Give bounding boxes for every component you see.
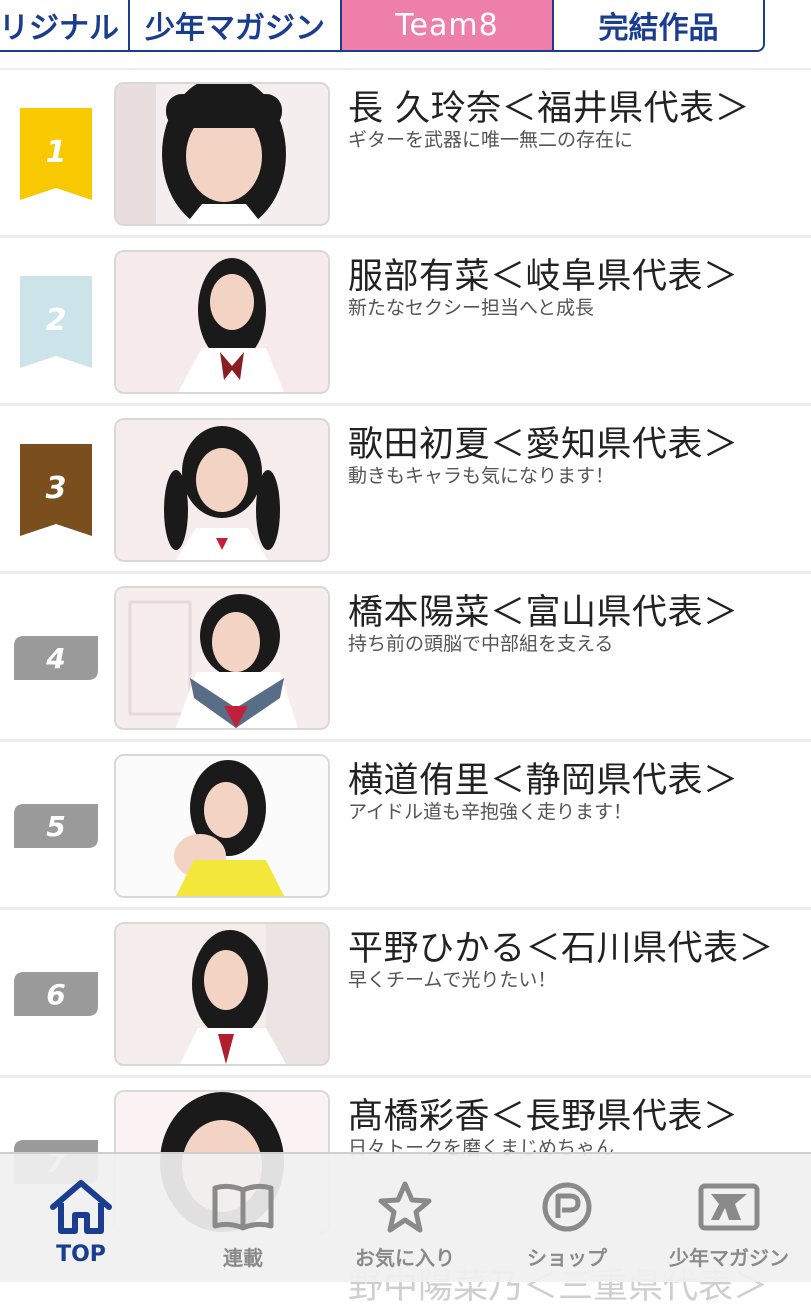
member-name: 長 久玲奈＜福井県代表＞ xyxy=(348,89,751,129)
member-name: 横道侑里＜静岡県代表＞ xyxy=(348,761,739,801)
member-name: 髙橋彩香＜長野県代表＞ xyxy=(348,1097,739,1137)
list-item[interactable]: 2 服部有菜＜岐阜県代表＞ 新たなセクシー担当へと成長 xyxy=(0,238,811,406)
nav-shop[interactable]: ショップ xyxy=(486,1154,648,1282)
rank-badge: 1 xyxy=(20,108,92,200)
tab-original[interactable]: リジナル xyxy=(0,0,130,52)
member-catchphrase: 動きもキャラも気になります！ xyxy=(348,465,615,487)
member-photo xyxy=(114,754,330,898)
svg-text:5: 5 xyxy=(46,810,65,843)
nav-favorites[interactable]: お気に入り xyxy=(324,1154,486,1282)
bottom-nav: TOP 連載 お気に入り ショップ 少年マガジン xyxy=(0,1152,811,1282)
member-photo xyxy=(114,418,330,562)
svg-text:1: 1 xyxy=(46,135,67,170)
list-item[interactable]: 5 横道侑里＜静岡県代表＞ アイドル道も辛抱強く走ります！ xyxy=(0,742,811,910)
svg-text:2: 2 xyxy=(46,303,67,338)
list-item[interactable]: 1 長 久玲奈＜福井県代表＞ ギターを武器に唯一無二の存在に xyxy=(0,70,811,238)
list-item[interactable]: 3 歌田初夏＜愛知県代表＞ 動きもキャラも気になります！ xyxy=(0,406,811,574)
nav-label: 少年マガジン xyxy=(669,1246,789,1270)
book-icon xyxy=(208,1176,278,1238)
tab-team8[interactable]: Team8 xyxy=(340,0,554,52)
rank-badge: 5 xyxy=(14,804,98,848)
nav-label: 連載 xyxy=(223,1246,263,1270)
member-photo xyxy=(114,586,330,730)
member-photo xyxy=(114,82,330,226)
list-item[interactable]: 6 平野ひかる＜石川県代表＞ 早くチームで光りたい！ xyxy=(0,910,811,1078)
nav-label: お気に入り xyxy=(355,1246,455,1270)
member-photo xyxy=(114,250,330,394)
rank-badge: 4 xyxy=(14,636,98,680)
member-catchphrase: 持ち前の頭脳で中部組を支える xyxy=(348,633,614,655)
nav-label: ショップ xyxy=(527,1246,607,1270)
member-name: 服部有菜＜岐阜県代表＞ xyxy=(348,257,739,297)
member-catchphrase: 新たなセクシー担当へと成長 xyxy=(348,297,595,319)
svg-text:6: 6 xyxy=(46,978,65,1011)
home-icon xyxy=(46,1176,116,1238)
svg-text:4: 4 xyxy=(45,642,65,675)
rank-badge: 3 xyxy=(20,444,92,536)
nav-top[interactable]: TOP xyxy=(0,1154,162,1282)
member-name: 歌田初夏＜愛知県代表＞ xyxy=(348,425,739,465)
svg-text:3: 3 xyxy=(46,471,67,506)
magazine-icon xyxy=(694,1176,764,1238)
member-catchphrase: ギターを武器に唯一無二の存在に xyxy=(348,129,634,151)
member-catchphrase: アイドル道も辛抱強く走ります！ xyxy=(348,801,633,823)
shop-p-icon xyxy=(532,1176,602,1238)
member-name: 橋本陽菜＜富山県代表＞ xyxy=(348,593,739,633)
tab-completed[interactable]: 完結作品 xyxy=(552,0,765,52)
nav-shonen-magazine[interactable]: 少年マガジン xyxy=(648,1154,810,1282)
member-catchphrase: 早くチームで光りたい！ xyxy=(348,969,557,991)
member-name: 平野ひかる＜石川県代表＞ xyxy=(348,929,775,969)
tab-shonen-magazine[interactable]: 少年マガジン xyxy=(128,0,342,52)
category-tabs: リジナル 少年マガジン Team8 完結作品 xyxy=(0,0,811,56)
rank-badge: 6 xyxy=(14,972,98,1016)
member-photo xyxy=(114,922,330,1066)
nav-label: TOP xyxy=(56,1242,106,1267)
rank-badge: 2 xyxy=(20,276,92,368)
star-icon xyxy=(370,1176,440,1238)
list-item[interactable]: 4 橋本陽菜＜富山県代表＞ 持ち前の頭脳で中部組を支える xyxy=(0,574,811,742)
nav-serial[interactable]: 連載 xyxy=(162,1154,324,1282)
